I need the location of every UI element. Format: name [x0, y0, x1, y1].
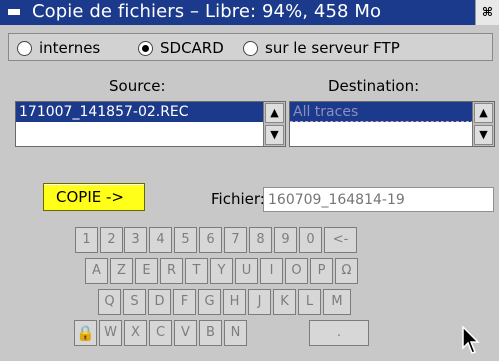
key-0[interactable]: 0 — [299, 227, 322, 253]
source-scroll-down-icon[interactable]: ▼ — [265, 125, 284, 145]
key-d[interactable]: D — [148, 289, 171, 315]
key-u[interactable]: U — [235, 258, 258, 284]
key-f[interactable]: F — [173, 289, 196, 315]
key-x[interactable]: X — [124, 320, 147, 346]
destination-label: Destination: — [328, 77, 420, 95]
radio-internes-label: internes — [39, 39, 101, 57]
key-5[interactable]: 5 — [174, 227, 197, 253]
key-t[interactable]: T — [185, 258, 208, 284]
source-scroll-up-icon[interactable]: ▲ — [265, 103, 284, 123]
key-period[interactable]: . — [309, 320, 369, 346]
key-p[interactable]: P — [310, 258, 333, 284]
storage-location-group: internes SDCARD sur le serveur FTP — [8, 33, 493, 61]
key-o[interactable]: O — [285, 258, 308, 284]
key-i[interactable]: I — [260, 258, 283, 284]
key-1[interactable]: 1 — [75, 227, 98, 253]
radio-sdcard-label: SDCARD — [160, 39, 224, 57]
key-b[interactable]: B — [199, 320, 222, 346]
key-9[interactable]: 9 — [274, 227, 297, 253]
source-list-item-selected[interactable]: 171007_141857-02.REC — [16, 102, 265, 122]
key-omega[interactable]: Ω — [335, 258, 358, 284]
copy-files-window: Copie de fichiers – Libre: 94%, 458 Mo ⌘… — [0, 0, 499, 361]
key-g[interactable]: G — [198, 289, 221, 315]
destination-list[interactable]: All traces ▲ ▼ — [289, 101, 495, 147]
key-v[interactable]: V — [174, 320, 197, 346]
mouse-pointer-icon — [462, 326, 480, 354]
key-q[interactable]: Q — [98, 289, 121, 315]
key-k[interactable]: K — [273, 289, 296, 315]
destination-scrollbar[interactable]: ▲ ▼ — [472, 102, 494, 146]
lock-icon[interactable]: 🔒 — [74, 320, 97, 346]
key-4[interactable]: 4 — [149, 227, 172, 253]
copy-button[interactable]: COPIE -> — [43, 183, 145, 211]
source-scrollbar[interactable]: ▲ ▼ — [263, 102, 285, 146]
window-title: Copie de fichiers – Libre: 94%, 458 Mo — [32, 1, 382, 22]
radio-sdcard-indicator[interactable] — [138, 40, 153, 56]
destination-list-item[interactable]: All traces — [290, 102, 474, 122]
key-z[interactable]: Z — [110, 258, 133, 284]
key-w[interactable]: W — [99, 320, 122, 346]
radio-sdcard[interactable]: SDCARD — [138, 38, 224, 58]
radio-internes-indicator[interactable] — [17, 40, 32, 56]
key-8[interactable]: 8 — [249, 227, 272, 253]
key-backspace[interactable]: <- — [324, 227, 357, 253]
filename-input[interactable] — [263, 187, 494, 212]
destination-scroll-down-icon[interactable]: ▼ — [474, 125, 493, 145]
key-c[interactable]: C — [149, 320, 172, 346]
key-2[interactable]: 2 — [100, 227, 123, 253]
radio-ftp[interactable]: sur le serveur FTP — [243, 38, 400, 58]
resize-icon[interactable]: ⌘ — [475, 0, 499, 25]
key-m[interactable]: M — [323, 289, 351, 315]
window-menu-icon[interactable] — [8, 9, 20, 15]
radio-internes[interactable]: internes — [17, 38, 100, 58]
source-list[interactable]: 171007_141857-02.REC ▲ ▼ — [15, 101, 286, 147]
key-r[interactable]: R — [160, 258, 183, 284]
destination-scroll-up-icon[interactable]: ▲ — [474, 103, 493, 123]
key-3[interactable]: 3 — [124, 227, 147, 253]
key-6[interactable]: 6 — [199, 227, 222, 253]
file-label: Fichier: — [211, 190, 265, 208]
key-n[interactable]: N — [224, 320, 247, 346]
key-l[interactable]: L — [298, 289, 321, 315]
key-y[interactable]: Y — [210, 258, 233, 284]
key-j[interactable]: J — [248, 289, 271, 315]
radio-ftp-label: sur le serveur FTP — [265, 39, 400, 57]
key-e[interactable]: E — [135, 258, 158, 284]
key-a[interactable]: A — [85, 258, 108, 284]
source-label: Source: — [109, 77, 166, 95]
key-h[interactable]: H — [223, 289, 246, 315]
key-7[interactable]: 7 — [224, 227, 247, 253]
key-s[interactable]: S — [123, 289, 146, 315]
radio-ftp-indicator[interactable] — [243, 40, 258, 56]
title-bar[interactable]: Copie de fichiers – Libre: 94%, 458 Mo ⌘ — [0, 0, 499, 25]
